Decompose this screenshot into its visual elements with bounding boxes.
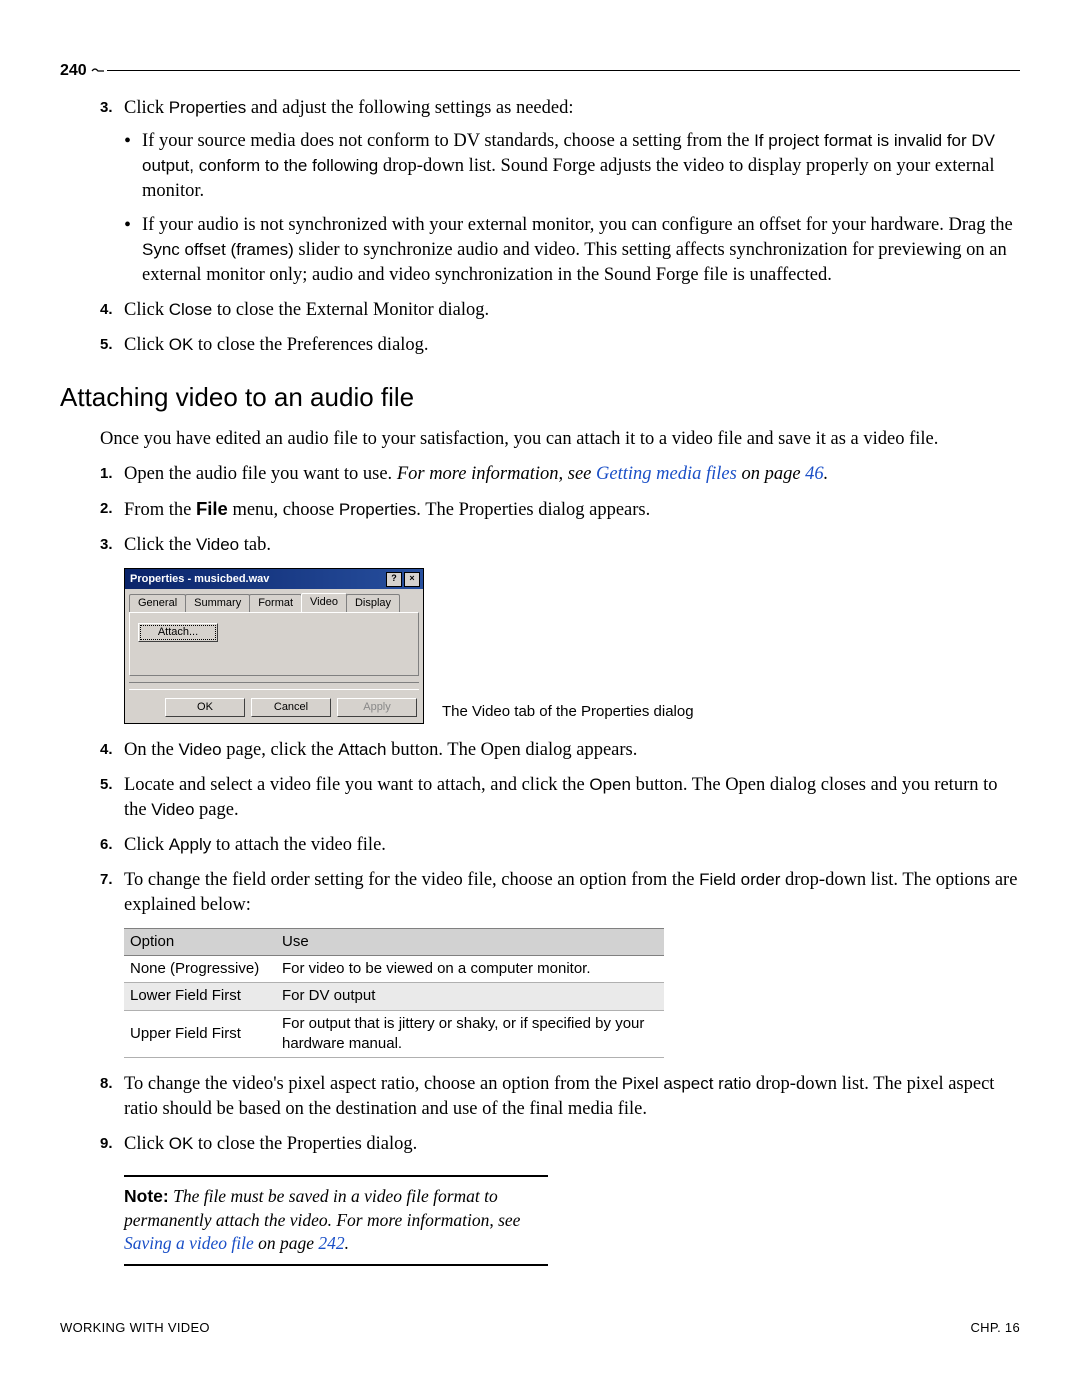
- main-step-7: 7. To change the field order setting for…: [100, 868, 1020, 918]
- panel-separator: [129, 682, 419, 690]
- tab-summary[interactable]: Summary: [185, 594, 250, 612]
- tab-video[interactable]: Video: [301, 593, 347, 612]
- page-number: 240: [60, 60, 87, 82]
- header-notch-icon: [91, 66, 105, 76]
- steps-main: 1. Open the audio file you want to use. …: [100, 462, 1020, 558]
- main-step-1: 1. Open the audio file you want to use. …: [100, 462, 1020, 487]
- dialog-tabs: General Summary Format Video Display: [129, 593, 423, 612]
- table-row: Lower Field First For DV output: [124, 983, 664, 1010]
- col-option: Option: [124, 928, 276, 955]
- footer-right: CHP. 16: [970, 1319, 1020, 1337]
- tab-format[interactable]: Format: [249, 594, 302, 612]
- apply-button[interactable]: Apply: [337, 698, 417, 717]
- main-step-8: 8. To change the video's pixel aspect ra…: [100, 1072, 1020, 1122]
- main-step-2: 2. From the File menu, choose Properties…: [100, 497, 1020, 523]
- table-header-row: Option Use: [124, 928, 664, 955]
- link-page-242[interactable]: 242: [318, 1233, 344, 1253]
- main-step-3: 3. Click the Video tab.: [100, 533, 1020, 558]
- table-row: Upper Field First For output that is jit…: [124, 1010, 664, 1058]
- main-step-9: 9. Click OK to close the Properties dial…: [100, 1132, 1020, 1157]
- field-order-table: Option Use None (Progressive) For video …: [124, 928, 664, 1058]
- table-row: None (Progressive) For video to be viewe…: [124, 956, 664, 983]
- header-rule: [107, 70, 1020, 71]
- step-4: 4. Click Close to close the External Mon…: [100, 298, 1020, 323]
- page-footer: WORKING WITH VIDEO CHP. 16: [60, 1319, 1020, 1337]
- steps-after-fig: 4. On the Video page, click the Attach b…: [100, 738, 1020, 918]
- tab-display[interactable]: Display: [346, 594, 400, 612]
- help-button[interactable]: ?: [386, 572, 402, 587]
- page-header: 240: [60, 60, 1020, 82]
- steps-after-table: 8. To change the video's pixel aspect ra…: [100, 1072, 1020, 1157]
- dialog-title: Properties - musicbed.wav: [130, 572, 269, 587]
- step-3-bullet-2: If your audio is not synchronized with y…: [124, 213, 1020, 288]
- figure-caption: The Video tab of the Properties dialog: [442, 702, 694, 722]
- tab-general[interactable]: General: [129, 594, 186, 612]
- steps-top: 3. Click Properties and adjust the follo…: [100, 96, 1020, 359]
- note-box: Note: The file must be saved in a video …: [124, 1175, 548, 1266]
- dialog-titlebar[interactable]: Properties - musicbed.wav ? ×: [125, 569, 423, 589]
- main-step-5: 5. Locate and select a video file you wa…: [100, 773, 1020, 823]
- col-use: Use: [276, 928, 664, 955]
- step-3-bullet-1: If your source media does not conform to…: [124, 129, 1020, 204]
- step-5: 5. Click OK to close the Preferences dia…: [100, 333, 1020, 358]
- link-saving-video[interactable]: Saving a video file: [124, 1233, 254, 1253]
- ok-button[interactable]: OK: [165, 698, 245, 717]
- properties-dialog: Properties - musicbed.wav ? × General Su…: [124, 568, 424, 724]
- section-heading: Attaching video to an audio file: [60, 380, 1020, 415]
- intro-paragraph: Once you have edited an audio file to yo…: [100, 427, 1020, 452]
- footer-left: WORKING WITH VIDEO: [60, 1319, 210, 1337]
- figure-row: Properties - musicbed.wav ? × General Su…: [124, 568, 1020, 724]
- note-label: Note:: [124, 1186, 169, 1206]
- dialog-buttons: OK Cancel Apply: [125, 694, 423, 723]
- link-getting-media[interactable]: Getting media files: [596, 464, 737, 484]
- main-step-4: 4. On the Video page, click the Attach b…: [100, 738, 1020, 763]
- close-button[interactable]: ×: [404, 572, 420, 587]
- link-page-46[interactable]: 46: [805, 464, 824, 484]
- tab-panel-video: Attach...: [129, 612, 419, 676]
- attach-button[interactable]: Attach...: [138, 623, 218, 642]
- step-3: 3. Click Properties and adjust the follo…: [100, 96, 1020, 289]
- main-step-6: 6. Click Apply to attach the video file.: [100, 833, 1020, 858]
- cancel-button[interactable]: Cancel: [251, 698, 331, 717]
